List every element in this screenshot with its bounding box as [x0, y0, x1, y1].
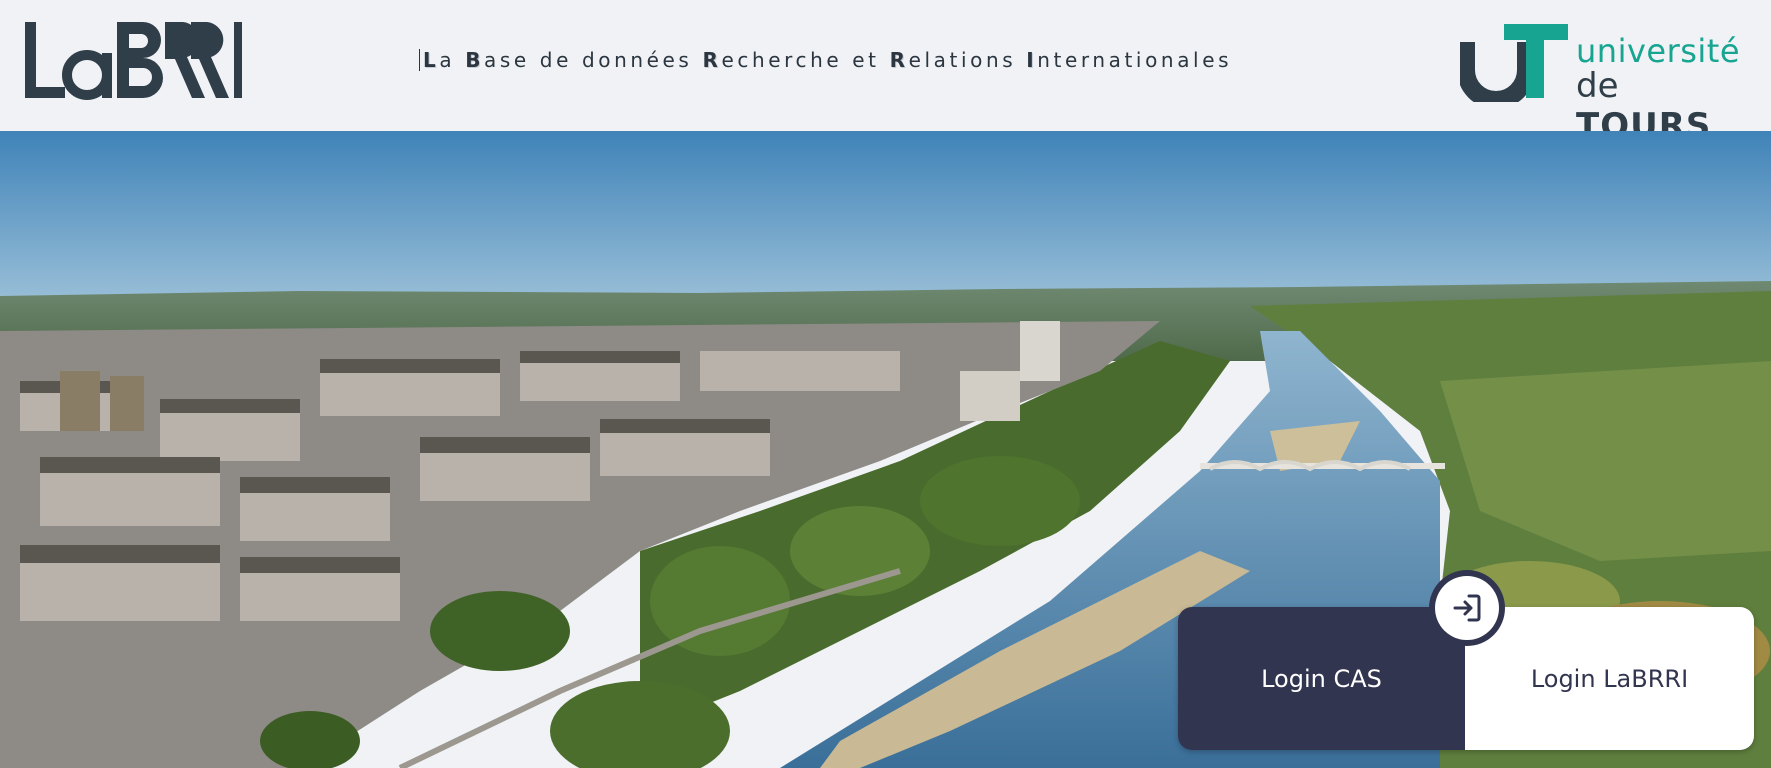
tagline-word: elations [908, 48, 1017, 72]
tagline-word: ase de données [484, 48, 693, 72]
tagline-initial: I [1026, 48, 1038, 72]
tagline-word: a [439, 48, 456, 72]
tagline-divider [419, 49, 420, 71]
tagline-word: echerche et [721, 48, 880, 72]
site-header: La Base de données Recherche et Relation… [0, 0, 1771, 146]
login-labrri-button[interactable]: Login LaBRRI [1465, 607, 1754, 750]
tagline-initial: L [423, 48, 440, 72]
ut-logo-line1: université [1576, 32, 1741, 70]
tagline-word: nternationales [1037, 48, 1233, 72]
universite-tours-logo[interactable]: université de TOURS [1457, 20, 1755, 146]
tagline-initial: R [889, 48, 909, 72]
login-cas-button[interactable]: Login CAS [1178, 607, 1465, 750]
site-tagline: La Base de données Recherche et Relation… [419, 48, 1232, 72]
labrri-logo-mark [25, 22, 242, 100]
login-badge [1429, 570, 1505, 646]
ut-logo-prefix: de [1576, 66, 1619, 106]
ut-logo-mark [1457, 24, 1568, 109]
tagline-initial: B [465, 48, 485, 72]
login-arrow-icon [1453, 594, 1481, 622]
login-badge-inner [1435, 576, 1499, 640]
tagline-initial: R [702, 48, 722, 72]
labrri-logo[interactable] [25, 20, 245, 100]
